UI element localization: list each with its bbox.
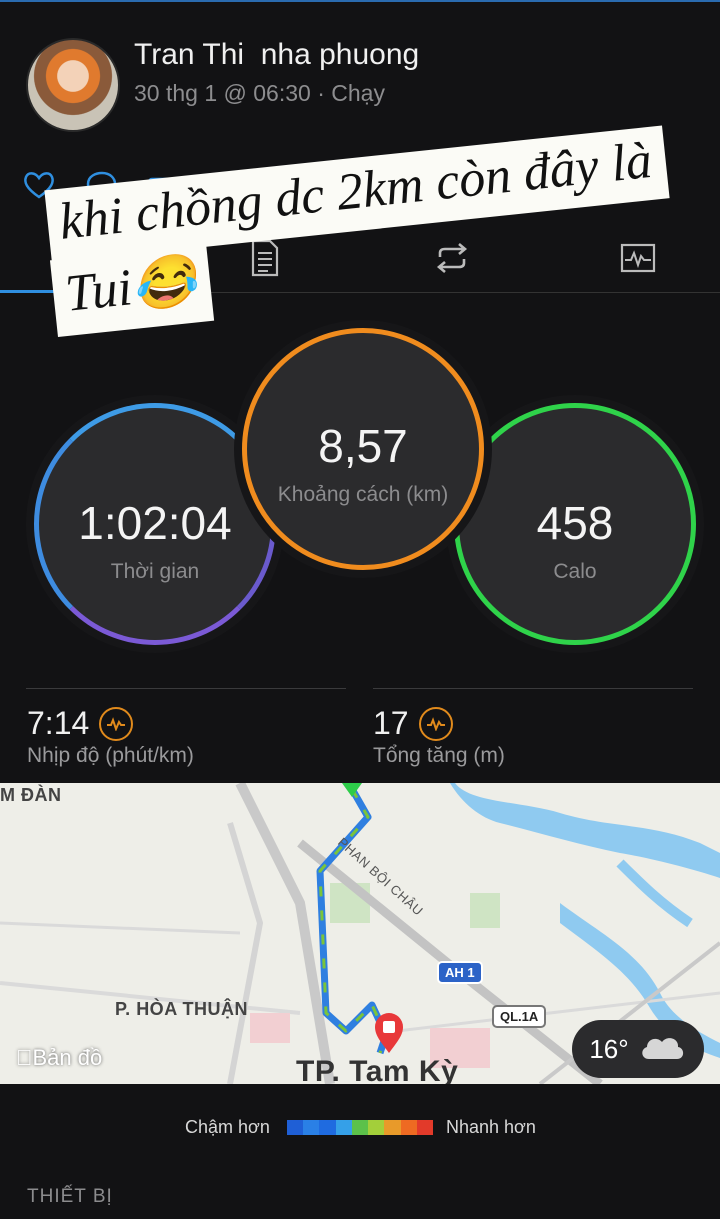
calories-label: Calo	[553, 560, 597, 583]
highway-badge-ah1: AH 1	[437, 961, 483, 984]
time-label: Thời gian	[110, 560, 200, 583]
distance-value: 8,57	[318, 420, 408, 472]
elevation-graph-icon	[418, 706, 453, 741]
weather-badge: 16°	[572, 1020, 704, 1078]
distance-label: Khoảng cách (km)	[277, 483, 449, 506]
legend-faster: Nhanh hơn	[446, 1117, 536, 1137]
avatar[interactable]	[26, 38, 120, 132]
pace-label: Nhịp độ (phút/km)	[27, 744, 194, 767]
apple-logo-icon: 	[16, 1045, 33, 1070]
tab-laps[interactable]	[422, 238, 482, 282]
devices-section-title: THIẾT BỊ	[27, 1186, 113, 1207]
add-photo-icon[interactable]	[146, 170, 180, 200]
laps-icon	[432, 242, 472, 278]
elevation-value: 17	[373, 705, 409, 741]
maps-attribution-text: Bản đồ	[16, 1045, 103, 1070]
top-accent-line	[0, 0, 720, 2]
finish-marker-icon	[372, 1011, 406, 1060]
pace-metric[interactable]: 7:14	[27, 705, 134, 742]
action-row	[22, 170, 242, 200]
time-stat-circle: 1:02:04 Thời gian	[34, 403, 276, 645]
route-map[interactable]: M ĐÀN PHAN BỘI CHÂU P. HÒA THUẬN AH 1 QL…	[0, 783, 720, 1084]
highway-badge-ql1a: QL.1A	[492, 1005, 547, 1028]
maps-attribution: Bản đồ	[16, 1045, 102, 1071]
speed-legend-bar	[287, 1120, 433, 1135]
pace-value: 7:14	[27, 705, 90, 741]
activity-meta: 30 thg 1 @ 06:30 · Chạy	[134, 80, 385, 106]
time-value: 1:02:04	[78, 497, 232, 549]
temperature: 16°	[589, 1033, 629, 1064]
details-icon	[250, 239, 280, 282]
tab-active-indicator	[0, 290, 120, 293]
calories-stat-circle: 458 Calo	[454, 403, 696, 645]
share-icon[interactable]	[208, 170, 242, 200]
cloud-icon	[637, 1031, 687, 1068]
legend-slower: Chậm hơn	[185, 1117, 270, 1137]
elevation-label: Tổng tăng (m)	[373, 744, 505, 767]
tab-bar	[0, 228, 720, 294]
map-district-label: P. HÒA THUẬN	[115, 999, 249, 1019]
elevation-metric[interactable]: 17	[373, 705, 453, 742]
chart-icon	[620, 243, 656, 278]
metric-divider-left	[26, 688, 346, 689]
tab-charts[interactable]	[608, 238, 668, 282]
tab-details[interactable]	[235, 238, 295, 282]
comment-icon[interactable]	[84, 170, 118, 200]
distance-stat-circle: 8,57 Khoảng cách (km)	[242, 328, 484, 570]
user-name[interactable]: Tran Thi nha phuong	[134, 38, 419, 72]
tab-stats[interactable]	[30, 238, 90, 282]
metric-divider-right	[373, 688, 693, 689]
pace-graph-icon	[99, 706, 134, 741]
map-place-label: M ĐÀN	[0, 785, 62, 805]
heart-icon[interactable]	[22, 170, 56, 200]
calories-value: 458	[536, 497, 614, 549]
